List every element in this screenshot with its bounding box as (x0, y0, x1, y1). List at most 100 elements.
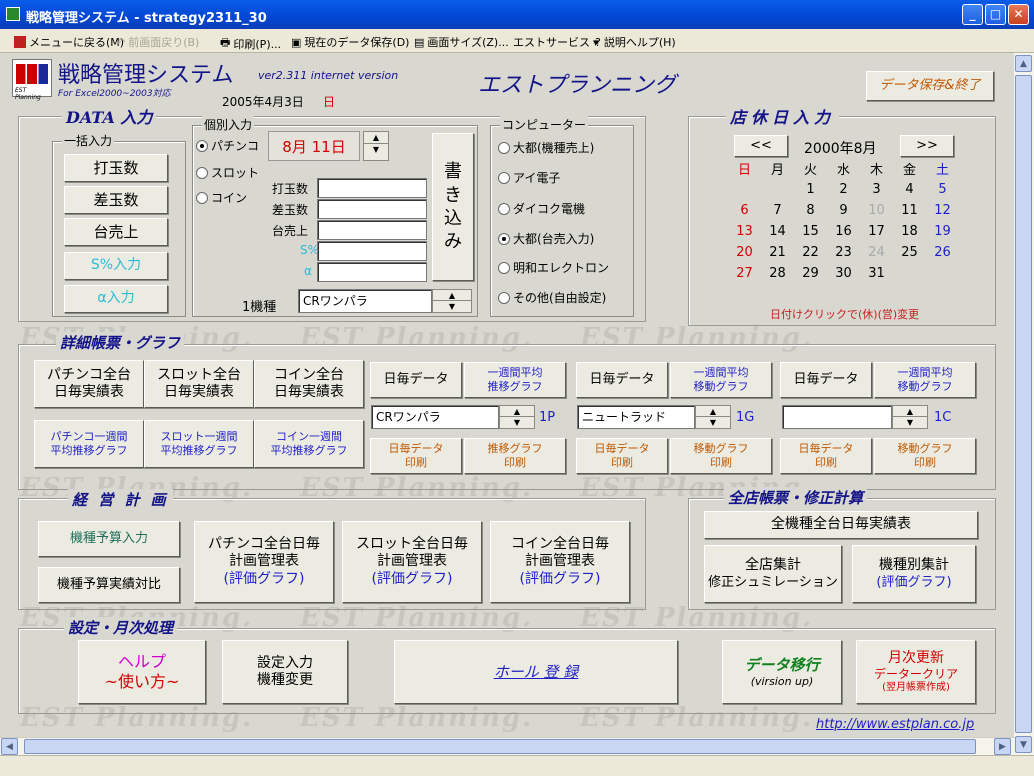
diff-input[interactable] (317, 199, 427, 219)
calendar-day[interactable]: 27 (728, 263, 761, 284)
spin-down-icon[interactable]: ▼ (893, 417, 927, 428)
pachinko-daily-report-button[interactable]: パチンコ全台 日毎実績表 (34, 360, 144, 408)
slot-print-daily-button[interactable]: 日毎データ 印刷 (576, 438, 668, 474)
spin-up-icon[interactable]: ▲ (500, 406, 534, 417)
calendar-day[interactable]: 1 (794, 179, 827, 200)
next-month-button[interactable]: >> (900, 135, 954, 157)
menu-item-screen-size[interactable]: ▤ 画面サイズ(Z)... (414, 34, 509, 50)
minimize-button[interactable]: _ (962, 4, 983, 25)
calendar-day[interactable]: 20 (728, 242, 761, 263)
spin-up-icon[interactable]: ▲ (364, 132, 388, 144)
sales-input[interactable] (317, 220, 427, 240)
slot-model-select[interactable]: ニュートラッド (577, 405, 695, 429)
calendar-day[interactable]: 5 (926, 179, 959, 200)
spin-up-icon[interactable]: ▲ (433, 290, 471, 301)
calendar-day[interactable]: 21 (761, 242, 794, 263)
calendar-day[interactable]: 15 (794, 221, 827, 242)
menu-item-save-data[interactable]: ▣ 現在のデータ保存(D) (291, 34, 409, 50)
type-radio-pachinko[interactable]: パチンコ (196, 137, 259, 154)
computer-radio-other[interactable]: その他(自由設定) (498, 289, 606, 306)
scroll-right-icon[interactable]: ▶ (994, 738, 1011, 755)
coin-model-spinner[interactable]: ▲ ▼ (892, 405, 928, 429)
store-total-button[interactable]: 全店集計 修正シュミレーション (704, 545, 842, 603)
machine-sales-button[interactable]: 台売上 (64, 218, 168, 246)
pachinko-plan-table-button[interactable]: パチンコ全台日毎 計画管理表 (評価グラフ) (194, 521, 334, 603)
maximize-button[interactable]: □ (985, 4, 1006, 25)
calendar-day[interactable]: 31 (860, 263, 893, 284)
type-radio-coin[interactable]: コイン (196, 189, 247, 206)
write-button[interactable]: 書き込み (432, 133, 474, 281)
coin-print-graph-button[interactable]: 移動グラフ 印刷 (874, 438, 976, 474)
model-total-button[interactable]: 機種別集計 (評価グラフ) (852, 545, 976, 603)
calendar-day[interactable] (728, 179, 761, 200)
calendar-day[interactable]: 11 (893, 200, 926, 221)
computer-radio-daikoku[interactable]: ダイコク電機 (498, 200, 585, 217)
calendar-day[interactable]: 6 (728, 200, 761, 221)
save-and-exit-button[interactable]: データ保存&終了 (866, 71, 994, 101)
settings-input-button[interactable]: 設定入力 機種変更 (222, 640, 348, 704)
scroll-down-icon[interactable]: ▼ (1015, 736, 1032, 753)
spin-up-icon[interactable]: ▲ (893, 406, 927, 417)
slot-model-daily-button[interactable]: 日毎データ (576, 362, 668, 398)
calendar-day[interactable]: 8 (794, 200, 827, 221)
pachinko-model-daily-button[interactable]: 日毎データ (370, 362, 462, 398)
data-migrate-button[interactable]: データ移行 (virsion up) (722, 640, 842, 704)
calendar-day[interactable]: 7 (761, 200, 794, 221)
s-percent-input[interactable] (317, 241, 427, 261)
spin-up-icon[interactable]: ▲ (696, 406, 730, 417)
model-budget-input-button[interactable]: 機種予算入力 (38, 521, 180, 557)
coin-print-daily-button[interactable]: 日毎データ 印刷 (780, 438, 872, 474)
calendar-day[interactable]: 3 (860, 179, 893, 200)
diff-count-button[interactable]: 差玉数 (64, 186, 168, 214)
calendar-day[interactable]: 12 (926, 200, 959, 221)
model-budget-compare-button[interactable]: 機種予算実績対比 (38, 567, 180, 603)
coin-model-weekly-button[interactable]: 一週間平均 移動グラフ (874, 362, 976, 398)
computer-radio-ai-denshi[interactable]: アイ電子 (498, 169, 560, 186)
close-button[interactable]: ✕ (1008, 4, 1029, 25)
calendar-day[interactable]: 10 (860, 200, 893, 221)
s-percent-input-button[interactable]: S%入力 (64, 252, 168, 280)
calendar-day[interactable]: 13 (728, 221, 761, 242)
menu-item-est-service[interactable]: エストサービス ▾ (513, 34, 599, 50)
calendar-day[interactable]: 24 (860, 242, 893, 263)
hall-register-button[interactable]: ホール 登 録 (394, 640, 678, 704)
slot-model-spinner[interactable]: ▲ ▼ (695, 405, 731, 429)
monthly-update-button[interactable]: 月次更新 データークリア (翌月帳票作成) (856, 640, 976, 704)
calendar-day[interactable]: 26 (926, 242, 959, 263)
spin-down-icon[interactable]: ▼ (364, 144, 388, 156)
pachinko-model-spinner[interactable]: ▲ ▼ (499, 405, 535, 429)
calendar-day[interactable]: 14 (761, 221, 794, 242)
calendar-day[interactable] (761, 179, 794, 200)
spin-down-icon[interactable]: ▼ (696, 417, 730, 428)
slot-daily-report-button[interactable]: スロット全台 日毎実績表 (144, 360, 254, 408)
vertical-scrollbar[interactable]: ▲ ▼ (1014, 53, 1034, 755)
calendar-day[interactable]: 16 (827, 221, 860, 242)
pachinko-print-daily-button[interactable]: 日毎データ 印刷 (370, 438, 462, 474)
website-link[interactable]: http://www.estplan.co.jp (816, 717, 974, 732)
menu-item-help[interactable]: ? 説明ヘルプ(H) (595, 34, 676, 50)
scroll-up-icon[interactable]: ▲ (1015, 55, 1032, 72)
model-select[interactable]: CRワンパラ (298, 289, 432, 313)
computer-radio-daito-model[interactable]: 大都(機種売上) (498, 139, 594, 156)
calendar-day[interactable]: 2 (827, 179, 860, 200)
pachinko-print-graph-button[interactable]: 推移グラフ 印刷 (464, 438, 566, 474)
vertical-scroll-thumb[interactable] (1015, 75, 1032, 733)
horizontal-scrollbar[interactable]: ◀ ▶ (0, 737, 1014, 755)
calendar-day[interactable]: 29 (794, 263, 827, 284)
alpha-input[interactable] (317, 262, 427, 282)
calendar-day[interactable]: 28 (761, 263, 794, 284)
prev-month-button[interactable]: << (734, 135, 788, 157)
help-button[interactable]: ヘルプ ~使い方~ (78, 640, 206, 704)
hits-input[interactable] (317, 178, 427, 198)
calendar-day[interactable]: 4 (893, 179, 926, 200)
menu-item-print[interactable]: 🖶 印刷(P)... (220, 34, 281, 53)
menu-item-back-to-menu[interactable]: メニューに戻る(M) (14, 34, 124, 50)
calendar-day[interactable]: 17 (860, 221, 893, 242)
coin-model-daily-button[interactable]: 日毎データ (780, 362, 872, 398)
calendar-day[interactable]: 19 (926, 221, 959, 242)
slot-print-graph-button[interactable]: 移動グラフ 印刷 (670, 438, 772, 474)
spin-down-icon[interactable]: ▼ (500, 417, 534, 428)
calendar-day[interactable]: 23 (827, 242, 860, 263)
coin-weekly-graph-button[interactable]: コイン一週間 平均推移グラフ (254, 420, 364, 468)
spin-down-icon[interactable]: ▼ (433, 301, 471, 312)
